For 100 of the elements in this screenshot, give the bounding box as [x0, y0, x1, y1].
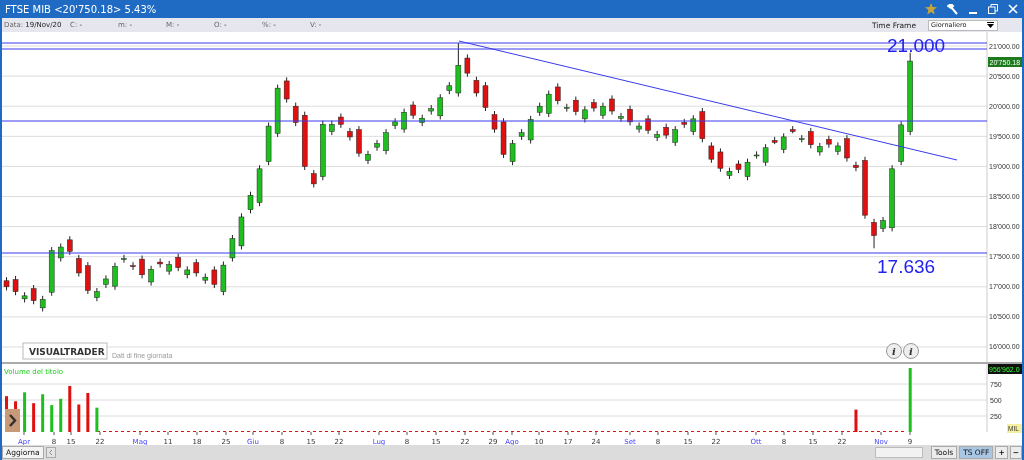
volume-bar	[59, 398, 63, 432]
candlestick	[329, 120, 335, 136]
candlestick	[320, 120, 326, 181]
candlestick	[419, 114, 425, 127]
candlestick	[347, 127, 353, 142]
candlestick	[591, 98, 597, 113]
candlestick	[518, 128, 525, 141]
candlestick	[817, 142, 823, 157]
candlestick	[708, 141, 715, 164]
candlestick	[401, 108, 407, 134]
candlestick	[175, 253, 181, 272]
candlestick	[446, 81, 453, 95]
candlestick	[292, 102, 299, 127]
scroll-left-icon[interactable]	[45, 447, 56, 458]
candlestick	[238, 212, 245, 250]
candlestick	[636, 121, 642, 134]
candlestick	[383, 128, 389, 155]
candlestick	[564, 103, 570, 113]
candlestick	[256, 164, 263, 207]
candlestick	[21, 291, 28, 303]
candlestick	[112, 262, 118, 291]
candlestick	[826, 135, 832, 149]
level-annotation: 17.636	[877, 256, 936, 277]
volume-bar	[68, 385, 72, 432]
window-title: FTSE MIB <20'750.18> 5.43%	[4, 3, 157, 15]
volume-bar	[908, 368, 912, 432]
candlestick	[717, 147, 724, 173]
candlestick	[410, 100, 416, 120]
candlestick	[582, 105, 588, 123]
candlestick	[555, 82, 561, 105]
candlestick	[627, 105, 633, 126]
candlestick	[130, 261, 136, 271]
candlestick	[455, 42, 462, 98]
volume-bar	[77, 404, 81, 432]
candlestick	[672, 125, 678, 147]
candlestick	[753, 150, 760, 160]
level-annotation: 21.000	[887, 35, 946, 56]
volume-bar	[23, 392, 27, 432]
candlestick	[365, 150, 371, 165]
candlestick	[509, 139, 516, 166]
candlestick	[536, 102, 543, 117]
candlestick	[600, 102, 606, 120]
candlestick	[229, 234, 236, 262]
candlestick	[392, 117, 398, 130]
candlestick	[799, 134, 805, 143]
candlestick	[58, 242, 64, 262]
candlestick	[491, 110, 498, 134]
candlestick	[76, 254, 82, 278]
candlestick	[374, 139, 380, 152]
candlestick	[247, 191, 254, 214]
candlestick	[157, 258, 163, 269]
candlestick	[735, 159, 742, 174]
candlestick	[202, 273, 209, 285]
candlestick	[428, 104, 434, 116]
info-button[interactable]: i	[886, 343, 902, 359]
trend-line[interactable]	[458, 40, 958, 161]
candlestick	[609, 94, 615, 116]
candlestick	[121, 254, 127, 264]
candlestick	[500, 117, 507, 159]
info-button[interactable]: i	[903, 343, 919, 359]
candlestick	[48, 246, 55, 297]
candlestick	[889, 164, 895, 232]
candlestick	[193, 258, 200, 278]
star-icon[interactable]	[925, 3, 937, 15]
horizontal-line[interactable]	[2, 120, 988, 122]
candlestick	[356, 125, 362, 158]
restore-icon[interactable]	[988, 4, 998, 14]
candlestick	[311, 169, 317, 188]
hammer-icon[interactable]	[947, 3, 958, 15]
candlestick	[762, 143, 769, 167]
candlestick	[835, 141, 841, 156]
candlestick	[482, 81, 489, 112]
candlestick	[473, 76, 480, 98]
candlestick	[274, 84, 281, 138]
candlestick	[211, 265, 218, 289]
candlestick	[94, 287, 100, 302]
volume-bar	[41, 394, 45, 432]
candlestick	[771, 136, 778, 145]
volume-bar	[50, 405, 54, 432]
close-icon[interactable]	[1008, 4, 1018, 14]
candlestick	[618, 112, 624, 123]
candlestick	[338, 112, 344, 129]
candlestick	[690, 114, 697, 136]
candlestick	[871, 218, 877, 249]
candlestick	[654, 130, 660, 142]
candlestick	[103, 274, 109, 289]
scroll-right-button[interactable]	[5, 409, 20, 432]
candlestick	[808, 127, 814, 149]
candlestick	[726, 167, 733, 180]
candlestick	[645, 114, 651, 135]
horizontal-scrollbar[interactable]	[874, 447, 923, 458]
candlestick	[898, 120, 904, 166]
candlestick	[166, 260, 172, 276]
volume-bar	[854, 409, 858, 432]
candlestick	[681, 118, 687, 129]
candlestick	[780, 132, 787, 154]
candlestick	[3, 276, 10, 291]
candlestick	[184, 265, 190, 279]
dropdown-arrow-icon	[986, 21, 995, 29]
candlestick	[844, 134, 850, 163]
